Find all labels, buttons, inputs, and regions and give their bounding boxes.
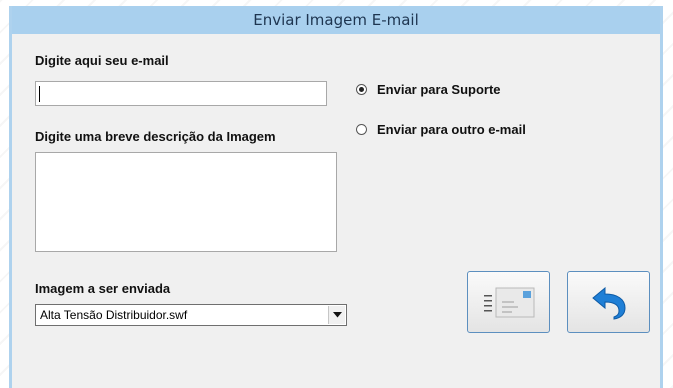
- return-arrow-icon: [591, 286, 626, 320]
- image-select-value: Alta Tensão Distribuidor.swf: [40, 308, 188, 322]
- radio-support-label: Enviar para Suporte: [377, 82, 501, 97]
- image-select-dropdown[interactable]: Alta Tensão Distribuidor.swf: [35, 304, 347, 326]
- radio-other-button[interactable]: [356, 124, 367, 135]
- dialog-content: Digite aqui seu e-mail Digite uma breve …: [12, 34, 660, 388]
- email-input[interactable]: [35, 81, 327, 106]
- back-button[interactable]: [567, 271, 650, 333]
- radio-send-support[interactable]: Enviar para Suporte: [356, 82, 501, 97]
- mail-envelope-icon: [483, 287, 534, 318]
- description-label: Digite uma breve descrição da Imagem: [35, 129, 276, 144]
- title-bar: Enviar Imagem E-mail: [12, 6, 660, 34]
- description-textarea[interactable]: [35, 152, 337, 252]
- window-title: Enviar Imagem E-mail: [253, 11, 419, 29]
- chevron-down-icon[interactable]: [328, 306, 345, 324]
- radio-send-other-email[interactable]: Enviar para outro e-mail: [356, 122, 526, 137]
- send-image-email-dialog: Enviar Imagem E-mail Digite aqui seu e-m…: [9, 6, 663, 388]
- radio-other-label: Enviar para outro e-mail: [377, 122, 526, 137]
- image-select-label: Imagem a ser enviada: [35, 281, 171, 296]
- radio-support-button[interactable]: [356, 84, 367, 95]
- text-caret: [39, 86, 40, 102]
- email-label: Digite aqui seu e-mail: [35, 53, 169, 68]
- send-email-button[interactable]: [467, 271, 550, 333]
